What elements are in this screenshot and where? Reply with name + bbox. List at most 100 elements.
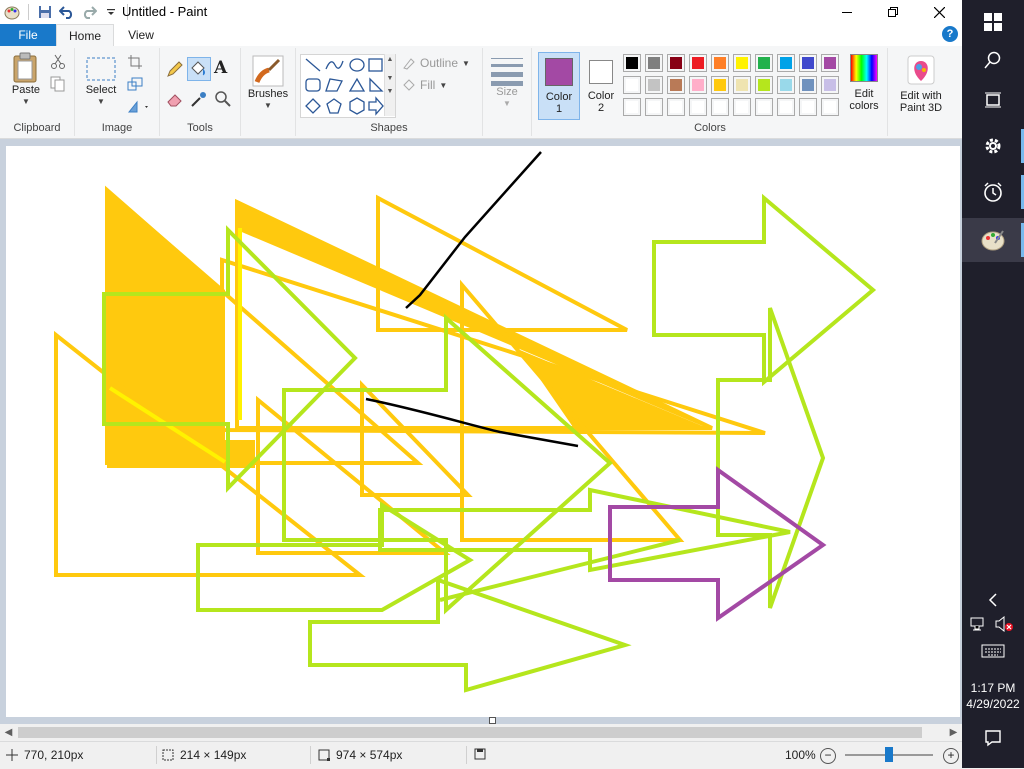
canvas-resize-handle[interactable] [489, 717, 496, 724]
drawing-canvas[interactable] [6, 146, 960, 717]
clipboard-group: Paste ▼ Clipboard [0, 48, 75, 136]
pencil-icon[interactable] [166, 60, 184, 81]
status-bar: 770, 210px 214 × 149px 974 × 574px 100% … [0, 741, 962, 769]
palette-swatch[interactable] [777, 98, 795, 116]
palette-swatch[interactable] [755, 98, 773, 116]
scrollbar-thumb[interactable] [18, 727, 922, 738]
select-button[interactable]: Select ▼ [83, 56, 119, 108]
task-view-button[interactable] [962, 78, 1024, 122]
paint-app-icon[interactable] [2, 2, 22, 22]
palette-swatch[interactable] [689, 98, 707, 116]
paint-app-button[interactable] [962, 218, 1024, 262]
tab-view[interactable]: View [114, 24, 168, 46]
horizontal-scrollbar[interactable]: ◀ ▶ [0, 724, 962, 741]
tab-home[interactable]: Home [56, 24, 114, 48]
palette-swatch[interactable] [799, 76, 817, 94]
canvas-drawing [54, 151, 877, 693]
palette-swatch[interactable] [623, 98, 641, 116]
help-icon[interactable]: ? [942, 26, 958, 42]
palette-swatch[interactable] [733, 54, 751, 72]
volume-muted-icon[interactable] [994, 615, 1014, 635]
palette-swatch[interactable] [711, 98, 729, 116]
size-group: Size ▼ [483, 48, 532, 136]
palette-swatch[interactable] [799, 54, 817, 72]
palette-swatch[interactable] [667, 76, 685, 94]
edit-colors-button[interactable]: Edit colors [845, 54, 883, 112]
outline-button[interactable]: Outline ▼ [402, 56, 470, 70]
palette-swatch[interactable] [645, 76, 663, 94]
shapes-gallery[interactable] [300, 54, 396, 118]
palette-swatch[interactable] [711, 76, 729, 94]
fill-button[interactable]: Fill ▼ [402, 78, 447, 92]
palette-swatch[interactable] [689, 76, 707, 94]
palette-swatch[interactable] [645, 98, 663, 116]
tab-file[interactable]: File [0, 24, 56, 46]
crop-icon[interactable] [127, 54, 143, 73]
palette-swatch[interactable] [733, 76, 751, 94]
palette-swatch[interactable] [755, 54, 773, 72]
color-picker-icon[interactable] [190, 90, 208, 111]
scroll-right-icon[interactable]: ▶ [945, 724, 962, 741]
palette-swatch[interactable] [667, 54, 685, 72]
taskbar-clock[interactable]: 1:17 PM 4/29/2022 [962, 680, 1024, 712]
customize-qat-icon[interactable] [101, 2, 121, 22]
palette-swatch-color [670, 79, 682, 91]
edit-with-paint3d-button[interactable]: Edit with Paint 3D [892, 54, 950, 114]
fill-with-color-icon[interactable] [187, 57, 211, 81]
palette-swatch[interactable] [645, 54, 663, 72]
scroll-left-icon[interactable]: ◀ [0, 724, 17, 741]
palette-swatch[interactable] [821, 76, 839, 94]
color1-button[interactable]: Color 1 [538, 52, 580, 120]
undo-icon[interactable] [57, 2, 77, 22]
brushes-button[interactable]: Brushes ▼ [245, 54, 291, 112]
palette-swatch[interactable] [667, 98, 685, 116]
settings-app-button[interactable] [962, 124, 1024, 168]
zoom-slider-thumb[interactable] [885, 747, 893, 762]
canvas-workspace [0, 139, 962, 727]
palette-swatch[interactable] [733, 98, 751, 116]
arrow-outline [196, 501, 474, 612]
color2-button[interactable]: Color 2 [582, 52, 620, 118]
network-icon[interactable] [970, 616, 988, 635]
keyboard-icon[interactable] [981, 643, 1005, 662]
size-button[interactable]: Size ▼ [489, 56, 525, 110]
palette-swatch-color [626, 79, 638, 91]
text-tool-icon[interactable]: A [214, 58, 227, 78]
rotate-icon[interactable] [127, 98, 151, 117]
magnifier-icon[interactable] [214, 90, 232, 111]
eraser-icon[interactable] [166, 90, 184, 111]
save-icon[interactable] [35, 2, 55, 22]
shapes-gallery-scroll[interactable]: ▲ ▼ ▼ [384, 54, 395, 116]
palette-swatch[interactable] [711, 54, 729, 72]
palette-swatch[interactable] [799, 98, 817, 116]
palette-swatch[interactable] [821, 98, 839, 116]
outline-icon [403, 58, 415, 70]
palette-swatch[interactable] [623, 76, 641, 94]
clipboard-group-label: Clipboard [13, 122, 61, 134]
close-button[interactable] [916, 0, 962, 24]
paste-button[interactable]: Paste ▼ [6, 52, 46, 108]
palette-swatch[interactable] [821, 54, 839, 72]
color1-label: Color 1 [539, 91, 579, 115]
palette-swatch[interactable] [755, 76, 773, 94]
zoom-out-button[interactable]: − [820, 748, 836, 764]
minimize-button[interactable] [824, 0, 870, 24]
palette-swatch[interactable] [623, 54, 641, 72]
palette-swatch[interactable] [777, 76, 795, 94]
zoom-in-button[interactable]: + [943, 748, 959, 764]
palette-swatch[interactable] [689, 54, 707, 72]
alarms-app-button[interactable] [962, 170, 1024, 214]
palette-swatch[interactable] [777, 54, 795, 72]
arrow-outline [652, 193, 877, 387]
copy-icon[interactable] [50, 76, 66, 95]
maximize-button[interactable] [870, 0, 916, 24]
color1-label-line2: 1 [555, 103, 563, 115]
action-center-button[interactable] [962, 716, 1024, 760]
paint-window: Untitled - Paint File Home View ? Paste … [0, 0, 962, 769]
paint3d-label: Edit with Paint 3D [892, 90, 950, 114]
redo-icon[interactable] [79, 2, 99, 22]
search-button[interactable] [962, 38, 1024, 82]
palette-swatch-color [670, 57, 682, 69]
cut-icon[interactable] [50, 54, 66, 73]
resize-icon[interactable] [127, 76, 143, 95]
